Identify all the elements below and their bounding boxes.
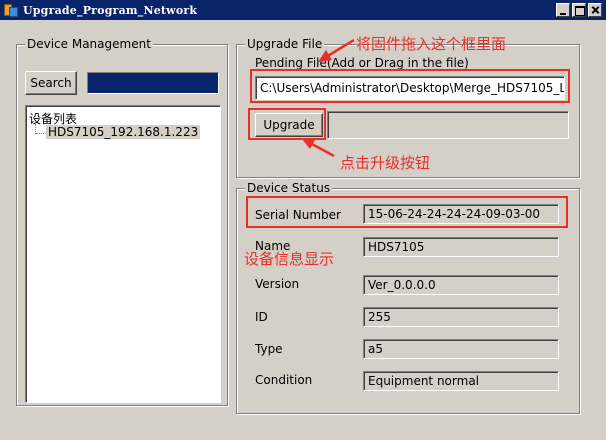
id-field: 255 bbox=[363, 307, 559, 327]
title-bar[interactable]: Upgrade_Program_Network bbox=[0, 0, 606, 20]
search-input[interactable] bbox=[87, 72, 219, 94]
tree-connector bbox=[36, 133, 44, 134]
condition-value: Equipment normal bbox=[368, 374, 479, 388]
id-label: ID bbox=[255, 310, 268, 324]
id-value: 255 bbox=[368, 310, 391, 324]
device-tree[interactable]: 设备列表 HDS7105_192.168.1.223 bbox=[25, 105, 221, 403]
upgrade-button-highlight bbox=[248, 108, 326, 140]
name-field: HDS7105 bbox=[363, 237, 559, 257]
device-management-group: Device Management Search 设备列表 HDS7105_19… bbox=[16, 37, 228, 406]
search-button[interactable]: Search bbox=[25, 71, 77, 95]
file-path-highlight bbox=[250, 69, 570, 103]
minimize-button[interactable] bbox=[556, 3, 570, 17]
serial-number-highlight bbox=[246, 196, 568, 228]
version-value: Ver_0.0.0.0 bbox=[368, 278, 436, 292]
pending-file-label: Pending File(Add or Drag in the file) bbox=[255, 56, 469, 70]
tree-item-device[interactable]: HDS7105_192.168.1.223 bbox=[46, 125, 201, 139]
type-value: a5 bbox=[368, 342, 383, 356]
window-title: Upgrade_Program_Network bbox=[23, 3, 198, 17]
device-status-legend: Device Status bbox=[245, 181, 333, 195]
search-button-label: Search bbox=[30, 76, 72, 90]
name-value: HDS7105 bbox=[368, 240, 425, 254]
upgrade-file-legend: Upgrade File bbox=[245, 37, 325, 51]
upgrade-hint-annotation: 点击升级按钮 bbox=[340, 154, 431, 172]
upgrade-status-panel bbox=[327, 111, 569, 139]
close-button[interactable] bbox=[588, 3, 602, 17]
condition-label: Condition bbox=[255, 373, 313, 387]
maximize-button[interactable] bbox=[572, 3, 586, 17]
type-label: Type bbox=[255, 342, 283, 356]
device-management-legend: Device Management bbox=[25, 37, 153, 51]
version-field: Ver_0.0.0.0 bbox=[363, 275, 559, 295]
condition-field: Equipment normal bbox=[363, 371, 559, 391]
version-label: Version bbox=[255, 277, 300, 291]
window-controls bbox=[554, 3, 602, 17]
drag-hint-annotation: 将固件拖入这个框里面 bbox=[356, 35, 507, 53]
app-icon bbox=[3, 2, 19, 18]
info-hint-annotation: 设备信息显示 bbox=[244, 250, 335, 268]
type-field: a5 bbox=[363, 339, 559, 359]
